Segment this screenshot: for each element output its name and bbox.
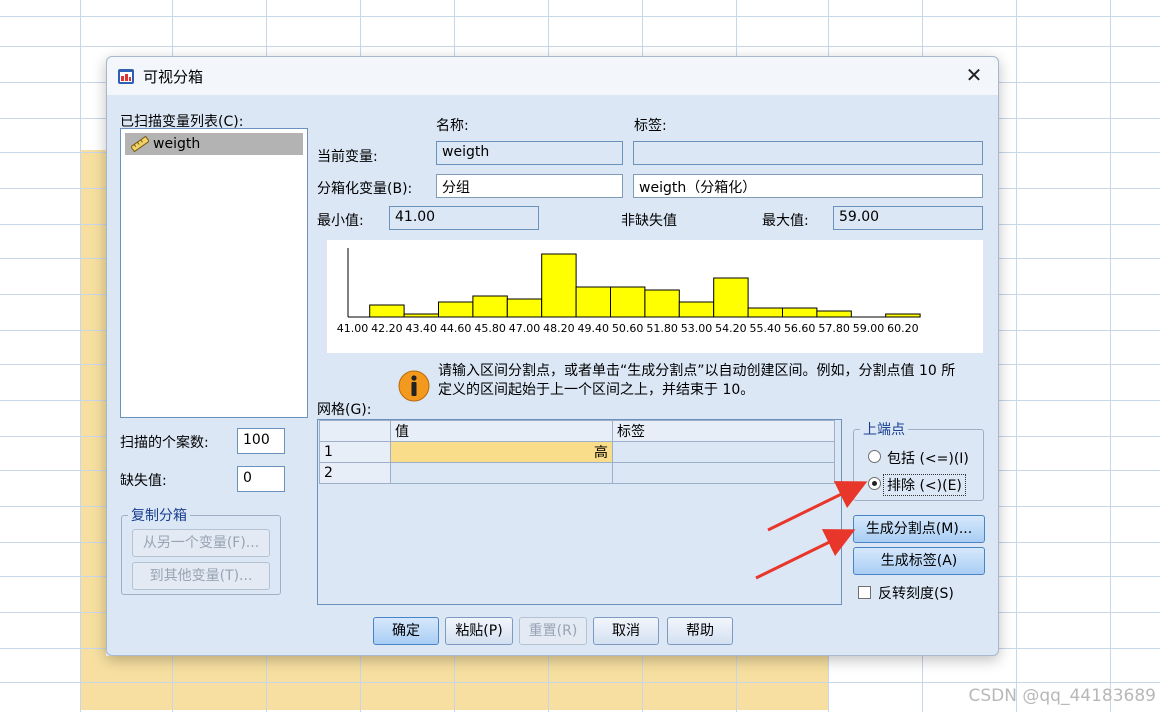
x-tick-label: 59.00 xyxy=(853,322,885,335)
close-icon[interactable]: ✕ xyxy=(962,63,986,87)
x-tick-label: 57.80 xyxy=(818,322,850,335)
cases-label: 扫描的个案数: xyxy=(120,435,209,451)
x-tick-label: 53.00 xyxy=(681,322,713,335)
x-tick-label: 45.80 xyxy=(474,322,506,335)
value-cell[interactable] xyxy=(390,462,613,484)
grid-table: 值 标签 1 高 2 xyxy=(319,420,835,484)
sheet-highlight-left xyxy=(80,150,106,710)
reverse-scale-label[interactable]: 反转刻度(S) xyxy=(878,583,954,603)
binned-variable-name-input[interactable]: 分组 xyxy=(436,174,623,198)
dialog-title: 可视分箱 xyxy=(143,68,204,86)
x-tick-label: 51.80 xyxy=(646,322,678,335)
info-text-line2: 定义的区间起始于上一个区间之上，并结束于 10。 xyxy=(438,382,755,398)
table-row[interactable]: 1 高 xyxy=(319,441,835,463)
histogram-bar xyxy=(506,298,543,318)
table-row[interactable]: 2 xyxy=(319,462,835,484)
histogram-bar xyxy=(369,304,405,318)
grid-label: 网格(G): xyxy=(317,402,372,418)
x-tick-label: 44.60 xyxy=(440,322,472,335)
title-bar[interactable]: 可视分箱 ✕ xyxy=(107,57,998,95)
histogram-bar xyxy=(713,277,749,318)
ok-button[interactable]: 确定 xyxy=(373,617,439,645)
histogram-bar xyxy=(403,313,439,318)
histogram-bar xyxy=(472,295,508,318)
visual-binning-dialog: 可视分箱 ✕ 已扫描变量列表(C): weigth 扫描的个案数: 100 缺失… xyxy=(106,56,999,656)
binned-variable-label-input[interactable]: weigth（分箱化） xyxy=(633,174,983,198)
label-cell[interactable] xyxy=(612,441,835,463)
upper-endpoint-legend: 上端点 xyxy=(863,422,905,438)
missing-value: 0 xyxy=(237,466,285,492)
histogram-bar xyxy=(541,253,577,318)
minimum-value: 41.00 xyxy=(389,206,539,230)
reset-button[interactable]: 重置(R) xyxy=(519,617,587,645)
x-tick-label: 55.40 xyxy=(750,322,782,335)
x-tick-label: 54.20 xyxy=(715,322,747,335)
nonmissing-label: 非缺失值 xyxy=(621,213,677,229)
cases-value: 100 xyxy=(237,428,285,454)
label-header: 标签: xyxy=(634,118,667,134)
x-tick-label: 50.60 xyxy=(612,322,644,335)
histogram-bar xyxy=(644,289,680,318)
value-column-header: 值 xyxy=(390,420,613,442)
histogram-bar xyxy=(610,286,646,318)
histogram-bar xyxy=(678,301,715,318)
x-tick-label: 42.20 xyxy=(371,322,403,335)
include-label[interactable]: 包括 (<=)(I) xyxy=(887,448,969,468)
value-cell[interactable]: 高 xyxy=(390,441,613,463)
copy-from-variable-button[interactable]: 从另一个变量(F)... xyxy=(132,529,270,557)
exclude-radio[interactable] xyxy=(868,477,881,490)
current-variable-label-field xyxy=(633,141,983,165)
x-tick-label: 43.40 xyxy=(406,322,438,335)
x-tick-label: 49.40 xyxy=(578,322,610,335)
missing-label: 缺失值: xyxy=(120,473,167,489)
histogram-bar xyxy=(816,310,852,318)
label-cell[interactable] xyxy=(612,462,835,484)
copy-bins-legend: 复制分箱 xyxy=(131,508,187,524)
current-variable-label: 当前变量: xyxy=(317,149,378,165)
histogram-bar xyxy=(747,307,784,318)
sheet-highlight-bottom xyxy=(106,656,828,710)
make-cutpoints-button[interactable]: 生成分割点(M)... xyxy=(853,515,985,543)
name-header: 名称: xyxy=(436,118,469,134)
histogram-bar xyxy=(438,301,474,318)
x-tick-label: 47.00 xyxy=(509,322,541,335)
histogram-panel: 41.00 42.20 43.40 44.60 45.80 47.00 48.20 49.40… xyxy=(327,240,983,353)
grid-corner xyxy=(319,420,391,442)
variable-name: weigth xyxy=(153,136,201,152)
histogram-chart: 41.00 42.20 43.40 44.60 45.80 47.00 48.20 49.40… xyxy=(337,248,921,335)
binned-variable-label: 分箱化变量(B): xyxy=(317,181,413,197)
copy-to-variables-button[interactable]: 到其他变量(T)... xyxy=(132,562,270,590)
x-tick-label: 41.00 xyxy=(337,322,369,335)
help-button[interactable]: 帮助 xyxy=(667,617,733,645)
exclude-label[interactable]: 排除 (<)(E) xyxy=(883,474,966,496)
x-tick-label: 56.60 xyxy=(784,322,816,335)
histogram-bar xyxy=(575,286,612,318)
info-text-line1: 请输入区间分割点，或者单击“生成分割点”以自动创建区间。例如，分割点值 10 所 xyxy=(438,363,956,379)
x-tick-label: 60.20 xyxy=(887,322,919,335)
cancel-button[interactable]: 取消 xyxy=(593,617,659,645)
current-variable-name: weigth xyxy=(436,141,623,165)
cutpoint-grid[interactable]: 值 标签 1 高 2 xyxy=(317,419,842,605)
label-column-header: 标签 xyxy=(612,420,835,442)
make-labels-button[interactable]: 生成标签(A) xyxy=(853,547,985,575)
histogram-bar xyxy=(885,313,921,318)
maximum-label: 最大值: xyxy=(762,213,809,229)
paste-button[interactable]: 粘贴(P) xyxy=(445,617,513,645)
histogram-bar xyxy=(782,307,818,318)
minimum-label: 最小值: xyxy=(317,213,364,229)
row-number: 2 xyxy=(319,462,391,484)
scale-variable-icon xyxy=(131,136,149,152)
info-icon xyxy=(398,370,430,402)
reverse-scale-checkbox[interactable] xyxy=(858,586,871,599)
include-radio[interactable] xyxy=(868,450,881,463)
row-number: 1 xyxy=(319,441,391,463)
list-item[interactable]: weigth xyxy=(125,133,303,155)
scanned-variable-list[interactable]: weigth xyxy=(120,128,308,418)
watermark: CSDN @qq_44183689 xyxy=(968,686,1156,706)
maximum-value: 59.00 xyxy=(833,206,983,230)
x-tick-label: 48.20 xyxy=(543,322,575,335)
spss-app-icon xyxy=(118,69,134,84)
